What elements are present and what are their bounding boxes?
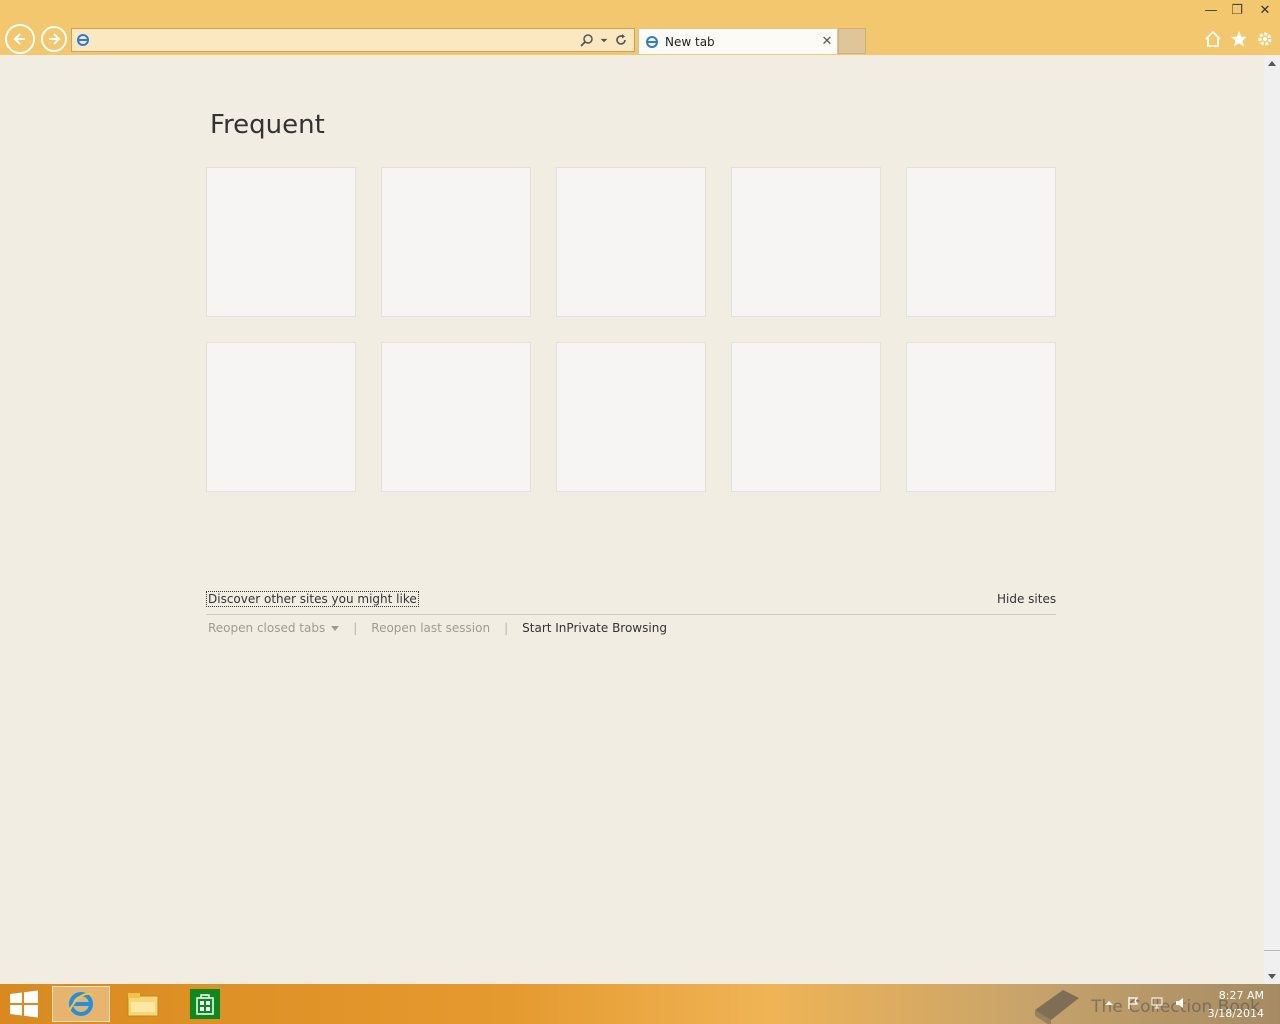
search-icon[interactable] (580, 33, 594, 47)
scroll-thumb[interactable] (1264, 71, 1280, 951)
reopen-last-session-link[interactable]: Reopen last session (371, 621, 490, 635)
star-icon[interactable] (1230, 30, 1248, 48)
site-tile[interactable] (381, 342, 531, 492)
network-icon[interactable] (1150, 996, 1164, 1010)
close-window-button[interactable]: ✕ (1250, 0, 1280, 20)
discover-sites-link[interactable]: Discover other sites you might like (206, 591, 419, 607)
site-tile[interactable] (906, 342, 1056, 492)
address-input[interactable] (90, 30, 580, 50)
clock-time: 8:27 AM (1218, 989, 1264, 1002)
address-bar[interactable] (71, 28, 635, 52)
home-icon[interactable] (1204, 30, 1222, 48)
session-links: Reopen closed tabs | Reopen last session… (208, 621, 667, 635)
chevron-down-icon (331, 626, 340, 631)
flag-icon[interactable] (1126, 996, 1140, 1010)
separator: | (504, 621, 509, 635)
hide-sites-link[interactable]: Hide sites (997, 592, 1056, 606)
scroll-up-button[interactable] (1264, 55, 1280, 71)
site-tile[interactable] (206, 167, 356, 317)
scroll-down-button[interactable] (1264, 968, 1280, 984)
page-title: Frequent (210, 110, 325, 140)
separator: | (353, 621, 358, 635)
site-tile[interactable] (556, 167, 706, 317)
vertical-scrollbar[interactable] (1264, 55, 1280, 984)
chevron-up-icon[interactable] (1102, 996, 1116, 1010)
site-tile[interactable] (206, 342, 356, 492)
tab-new-tab[interactable]: New tab ✕ (638, 28, 838, 54)
volume-icon[interactable] (1174, 996, 1188, 1010)
minimize-button[interactable]: — (1198, 0, 1224, 20)
folder-icon (127, 993, 159, 1017)
ie-icon (68, 992, 95, 1016)
frequent-sites-grid (206, 167, 1056, 492)
new-tab-page: Frequent Discover other sites you might … (0, 55, 1264, 984)
site-tile[interactable] (556, 342, 706, 492)
store-icon (190, 989, 220, 1019)
tab-title: New tab (665, 34, 715, 49)
back-button[interactable] (5, 24, 35, 54)
browser-toolbar: New tab ✕ — ❐ ✕ (0, 0, 1280, 55)
site-tile[interactable] (731, 167, 881, 317)
site-tile[interactable] (731, 342, 881, 492)
site-tile[interactable] (906, 167, 1056, 317)
gear-icon[interactable] (1256, 30, 1274, 48)
ie-icon (646, 35, 658, 48)
arrow-up-icon (1268, 60, 1276, 66)
window-controls: — ❐ ✕ (1198, 0, 1280, 20)
taskbar-store[interactable] (176, 986, 234, 1022)
taskbar-file-explorer[interactable] (114, 986, 172, 1022)
forward-button[interactable] (41, 26, 67, 52)
back-arrow-icon (13, 33, 25, 45)
clock-date: 3/18/2014 (1207, 1007, 1264, 1020)
tray-icons (1102, 996, 1188, 1010)
command-icons (1204, 30, 1274, 48)
ie-icon (77, 34, 89, 46)
arrow-down-icon (1268, 973, 1276, 979)
site-tile[interactable] (381, 167, 531, 317)
system-tray: The Collection Book 8:27 AM 3/18/2014 (1020, 984, 1280, 1024)
taskbar: The Collection Book 8:27 AM 3/18/2014 (0, 984, 1280, 1024)
forward-arrow-icon (49, 33, 61, 45)
chevron-down-icon[interactable] (600, 33, 608, 47)
taskbar-internet-explorer[interactable] (52, 986, 110, 1022)
clock[interactable]: 8:27 AM 3/18/2014 (1208, 988, 1264, 1022)
reopen-closed-tabs-link[interactable]: Reopen closed tabs (208, 621, 340, 635)
close-tab-icon[interactable]: ✕ (817, 34, 837, 49)
new-tab-button[interactable] (838, 28, 866, 54)
start-inprivate-link[interactable]: Start InPrivate Browsing (522, 621, 667, 635)
refresh-icon[interactable] (614, 33, 628, 47)
reopen-closed-tabs-label: Reopen closed tabs (208, 621, 326, 635)
divider (206, 614, 1056, 615)
book-icon (1035, 990, 1080, 1024)
restore-button[interactable]: ❐ (1224, 0, 1250, 20)
windows-start-icon[interactable] (8, 990, 40, 1018)
